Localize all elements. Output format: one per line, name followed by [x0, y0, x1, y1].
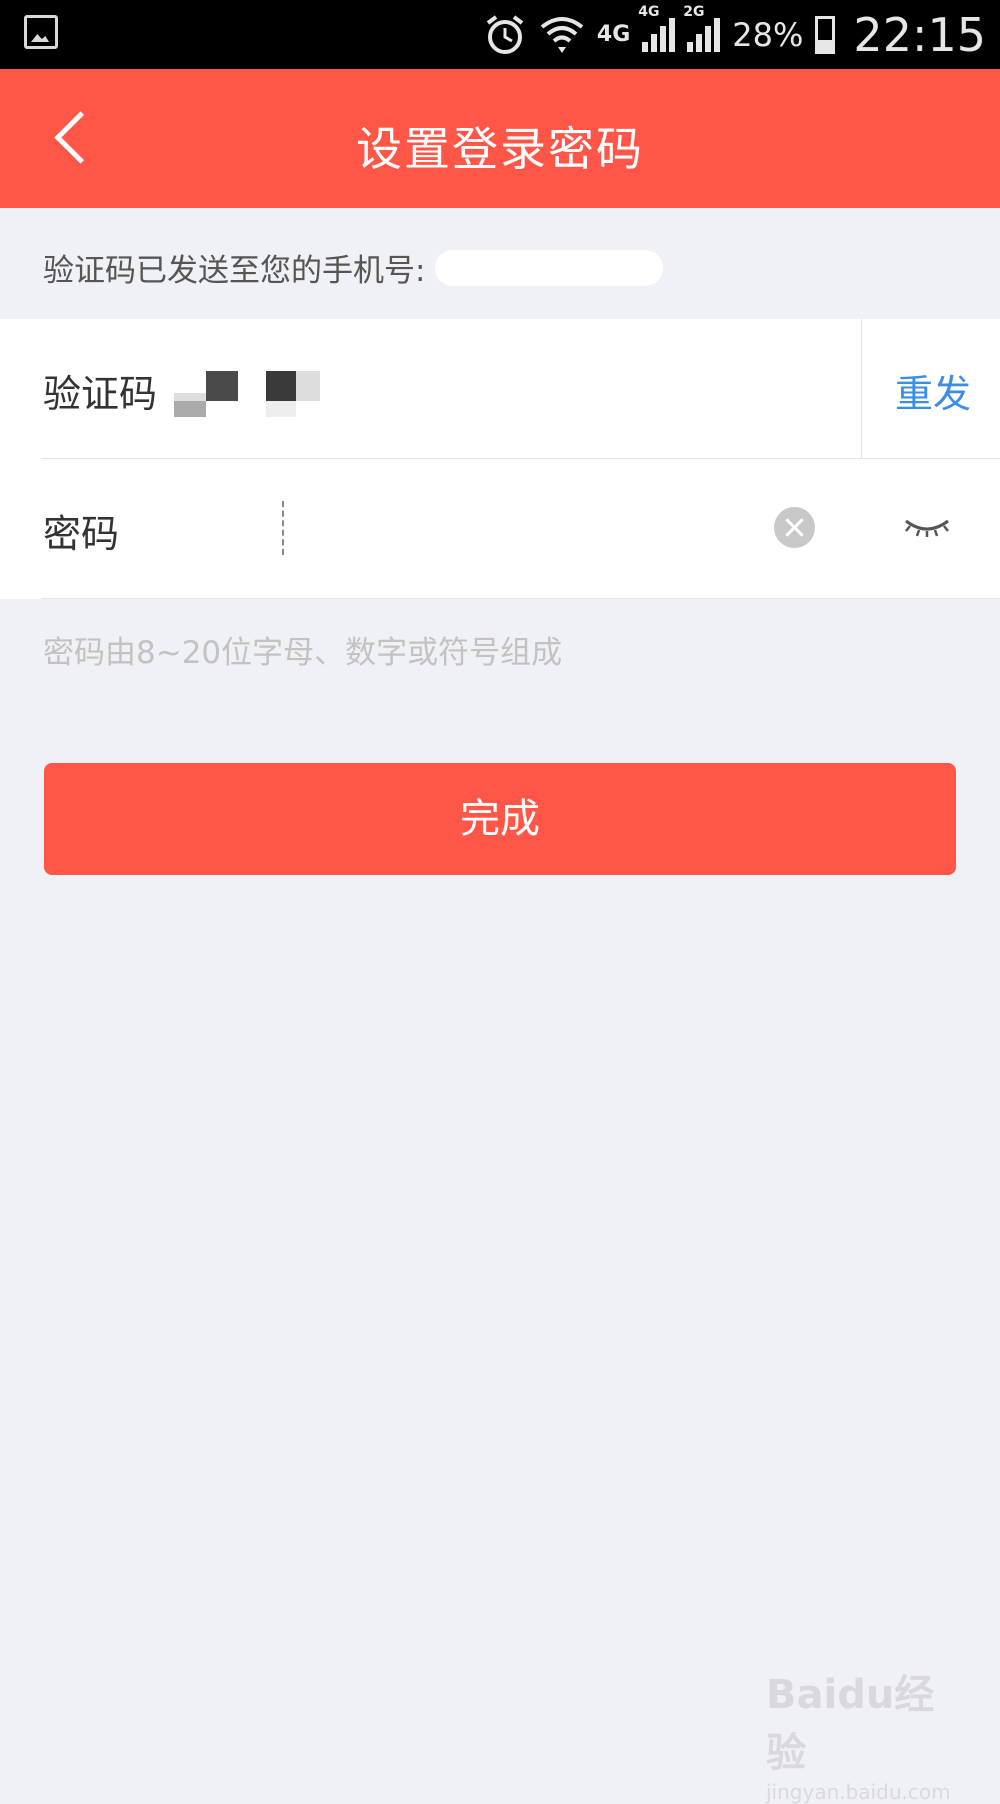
sms-sent-text: 验证码已发送至您的手机号:	[43, 253, 426, 289]
password-form: 验证码 重发 密码	[0, 319, 1000, 599]
sms-sent-notice: 验证码已发送至您的手机号:	[43, 245, 664, 290]
signal-strength-4g: 4G	[638, 4, 676, 52]
code-label: 验证码	[43, 372, 158, 416]
baidu-watermark: Baidu经验 jingyan.baidu.com	[766, 1662, 966, 1804]
signal2-label: 2G	[683, 3, 705, 20]
resend-divider	[861, 319, 862, 458]
eye-closed-icon[interactable]	[900, 511, 954, 543]
signal-bars-icon	[687, 17, 721, 52]
wifi-icon	[540, 16, 584, 53]
password-input[interactable]	[282, 483, 766, 575]
signal-strength-2g: 2G	[683, 4, 721, 52]
gallery-icon	[24, 15, 58, 49]
app-bar: 设置登录密码	[0, 69, 1000, 208]
password-rule-hint: 密码由8~20位字母、数字或符号组成	[43, 635, 563, 671]
status-icons: 4G 4G 2G 28% 22:15	[483, 0, 986, 69]
text-caret	[282, 501, 284, 555]
code-row: 验证码 重发	[0, 319, 1000, 459]
watermark-brand: Baidu经验	[766, 1672, 935, 1776]
password-label: 密码	[43, 512, 120, 556]
battery-icon	[815, 15, 836, 54]
password-row: 密码	[0, 459, 1000, 599]
clear-input-button[interactable]	[774, 507, 815, 548]
done-button[interactable]: 完成	[44, 763, 956, 875]
signal1-label: 4G	[638, 3, 660, 20]
page-title: 设置登录密码	[356, 122, 644, 176]
battery-percent: 28%	[732, 15, 804, 54]
verification-code-mosaic[interactable]	[174, 371, 324, 417]
row-divider	[41, 598, 1000, 599]
network-type-label: 4G	[596, 22, 631, 47]
clock: 22:15	[853, 7, 986, 62]
signal-bars-icon	[642, 17, 676, 52]
status-bar: 4G 4G 2G 28% 22:15	[0, 0, 1000, 69]
watermark-url: jingyan.baidu.com	[766, 1780, 951, 1804]
alarm-icon	[486, 14, 524, 54]
phone-number-redacted	[435, 249, 664, 286]
resend-button[interactable]: 重发	[895, 363, 971, 418]
